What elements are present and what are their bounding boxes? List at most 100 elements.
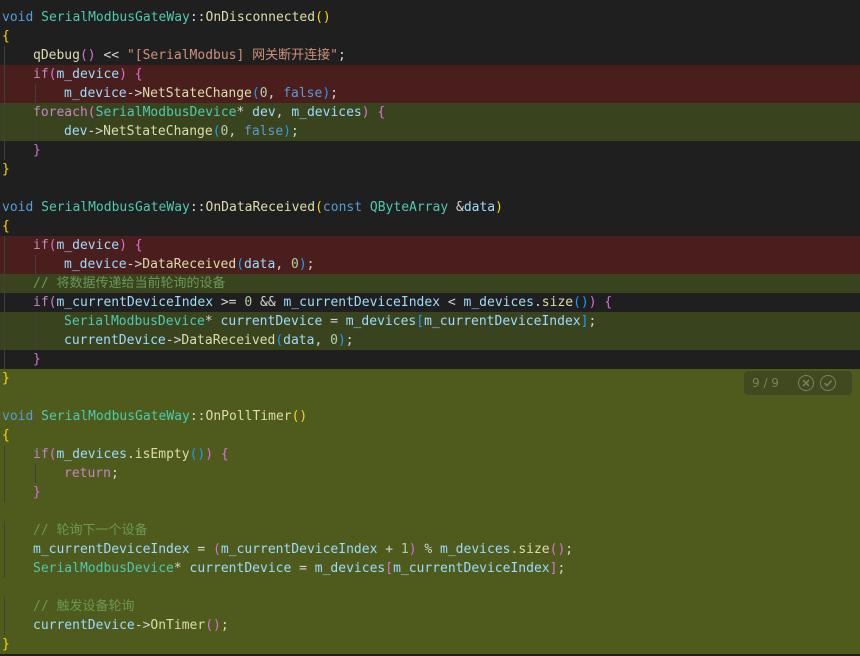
code-token: 1 [400,542,409,557]
code-token: m_currentDeviceIndex [33,542,190,557]
code-line[interactable]: } [0,141,860,160]
code-token: () [573,295,589,310]
code-line[interactable] [0,502,860,521]
code-token: ; [291,124,299,139]
code-token: ) [205,447,214,462]
code-line[interactable] [0,179,860,198]
code-token: , [228,124,245,139]
code-line[interactable]: } [0,350,860,369]
code-token: m_devices [314,561,386,576]
code-token: ; [220,618,229,633]
code-line[interactable]: } [0,369,860,388]
find-widget[interactable]: 9 / 9 [744,371,852,395]
code-line[interactable]: m_device->NetStateChange(0, false); [0,84,860,103]
code-line[interactable]: // 轮询下一个设备 [0,521,860,540]
code-token: void [2,409,34,424]
code-line[interactable]: // 触发设备轮询 [0,597,860,616]
code-token: % [416,542,441,557]
check-circle-icon[interactable] [820,375,836,391]
code-token: { [134,67,143,82]
code-token: isEmpty [134,447,190,462]
code-text: return; [64,464,119,483]
code-token: } [2,637,10,652]
code-text: { [2,426,10,445]
code-token: :: [189,10,206,25]
code-token: 0 [259,86,268,101]
code-line[interactable]: // 将数据传递给当前轮询的设备 [0,274,860,293]
close-circle-icon[interactable] [798,375,814,391]
code-token: = [322,314,346,329]
code-line[interactable]: } [0,160,860,179]
code-token: :: [189,200,206,215]
code-text: } [2,160,10,179]
code-line[interactable]: return; [0,464,860,483]
code-line[interactable]: void SerialModbusGateWay::OnPollTimer() [0,407,860,426]
code-token: { [2,428,10,443]
code-line[interactable]: if(m_device) { [0,65,860,84]
code-token: const [322,200,363,215]
code-token: SerialModbusDevice [33,561,174,576]
code-token: ) [588,295,597,310]
code-token: m_devices [56,447,127,462]
code-text: } [2,635,10,654]
code-line[interactable]: foreach(SerialModbusDevice* dev, m_devic… [0,103,860,122]
code-line[interactable]: void SerialModbusGateWay::OnDataReceived… [0,198,860,217]
indent-guide [35,331,36,350]
code-line[interactable]: { [0,426,860,445]
code-text: // 轮询下一个设备 [33,521,147,540]
code-token: * [236,105,253,120]
code-token: 0 [330,333,338,348]
indent-guide [4,616,5,635]
code-token: & [448,200,464,215]
code-text: // 触发设备轮询 [33,597,134,616]
code-line[interactable] [0,578,860,597]
code-line[interactable]: currentDevice->DataReceived(data, 0); [0,331,860,350]
code-line[interactable]: qDebug() << "[SerialModbus] 网关断开连接"; [0,46,860,65]
code-token: [ [416,314,425,329]
code-token: m_currentDeviceIndex [424,314,581,329]
code-line[interactable]: m_currentDeviceIndex = (m_currentDeviceI… [0,540,860,559]
code-token: () [291,409,308,424]
code-line[interactable]: void SerialModbusGateWay::OnDisconnected… [0,8,860,27]
code-text: if(m_device) { [33,236,143,255]
code-token: , [275,105,292,120]
code-line[interactable]: m_device->DataReceived(data, 0); [0,255,860,274]
code-line[interactable]: SerialModbusDevice* currentDevice = m_de… [0,312,860,331]
indent-guide [4,84,5,103]
code-token: ; [565,542,574,557]
code-token: OnPollTimer [205,409,292,424]
code-line[interactable] [0,388,860,407]
code-token: , [314,333,331,348]
code-line[interactable]: currentDevice->OnTimer(); [0,616,860,635]
code-text: m_device->DataReceived(data, 0); [64,255,314,274]
indent-guide [4,46,5,65]
code-line[interactable]: if(m_currentDeviceIndex >= 0 && m_curren… [0,293,860,312]
code-line[interactable]: SerialModbusDevice* currentDevice = m_de… [0,559,860,578]
code-token: ; [330,86,338,101]
code-token: < [440,295,464,310]
code-token: OnDataReceived [205,200,316,215]
code-line[interactable]: if(m_device) { [0,236,860,255]
code-text: if(m_currentDeviceIndex >= 0 && m_curren… [33,293,612,312]
code-token: -> [126,257,143,272]
code-token: ) [283,124,291,139]
code-editor[interactable]: void SerialModbusGateWay::OnDisconnected… [0,0,860,656]
code-line[interactable]: } [0,635,860,654]
code-text: { [2,27,10,46]
code-text: } [33,483,41,502]
indent-guide [4,274,5,293]
code-token: if [33,238,49,253]
code-token: ( [87,105,96,120]
code-line[interactable]: dev->NetStateChange(0, false); [0,122,860,141]
code-token: NetStateChange [142,86,252,101]
code-line[interactable]: } [0,483,860,502]
code-line[interactable]: if(m_devices.isEmpty()) { [0,445,860,464]
code-line[interactable]: { [0,217,860,236]
code-token: { [2,219,10,234]
code-line[interactable]: { [0,27,860,46]
code-token: false [244,124,284,139]
indent-guide [4,445,5,464]
indent-guide [4,521,5,540]
code-token: data [244,257,276,272]
